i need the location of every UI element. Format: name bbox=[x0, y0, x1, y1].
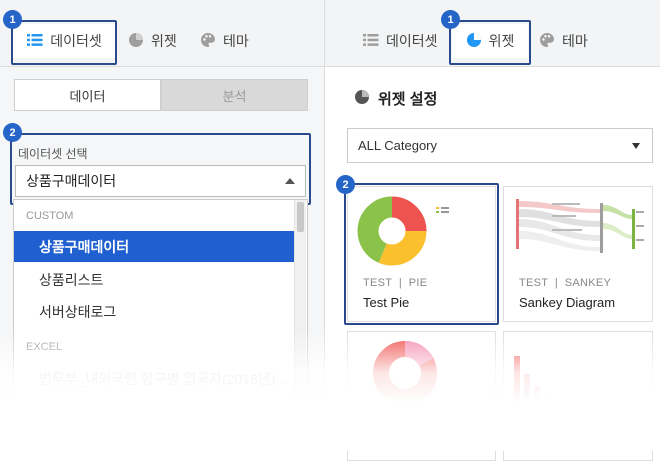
widget-card-bar[interactable] bbox=[503, 331, 653, 461]
step-badge: 1 bbox=[3, 10, 22, 29]
pie-icon bbox=[128, 32, 144, 51]
bar-chart-thumbnail bbox=[514, 354, 574, 409]
caret-up-icon bbox=[285, 178, 295, 184]
highlight-test-pie-card bbox=[344, 183, 499, 325]
section-title-text: 위젯 설정 bbox=[378, 91, 438, 108]
tab-theme[interactable]: 테마 bbox=[200, 24, 249, 58]
dataset-select[interactable]: 상품구매데이터 bbox=[15, 165, 306, 197]
list-item[interactable]: 서버상태로그 bbox=[14, 296, 296, 327]
list-icon bbox=[363, 33, 379, 50]
sankey-thumbnail bbox=[512, 195, 646, 264]
list-item[interactable]: 상품리스트 bbox=[14, 264, 296, 295]
category-select-value: ALL Category bbox=[358, 138, 438, 153]
step-badge: 2 bbox=[336, 175, 355, 194]
dataset-dropdown-list: CUSTOM 상품구매데이터 상품리스트 서버상태로그 EXCEL 법무부_내외… bbox=[13, 199, 308, 399]
group-header-excel: EXCEL bbox=[26, 341, 63, 353]
highlight-widget-tab bbox=[449, 20, 531, 65]
category-select[interactable]: ALL Category bbox=[347, 128, 653, 163]
palette-icon bbox=[539, 32, 555, 51]
tab-widget[interactable]: 위젯 bbox=[128, 24, 177, 58]
tab-theme[interactable]: 테마 bbox=[539, 24, 588, 58]
subtab-data[interactable]: 데이터 bbox=[14, 79, 161, 111]
widget-card-sankey[interactable]: TEST | SANKEY Sankey Diagram bbox=[503, 186, 653, 322]
dropdown-scrollbar[interactable] bbox=[294, 200, 306, 398]
widget-card-donut[interactable] bbox=[347, 331, 496, 461]
group-header-custom: CUSTOM bbox=[26, 210, 74, 222]
list-item[interactable]: 법무부_내외국인 항구별 입국자(2018년)... bbox=[14, 363, 296, 394]
scrollbar-thumb[interactable] bbox=[297, 202, 304, 232]
highlight-dataset-tab bbox=[11, 20, 117, 65]
card-type: SANKEY bbox=[564, 277, 612, 289]
tab-label: 테마 bbox=[223, 33, 249, 49]
tab-dataset[interactable]: 데이터셋 bbox=[363, 24, 438, 58]
widget-settings-title: 위젯 설정 bbox=[354, 88, 437, 109]
palette-icon bbox=[200, 32, 216, 51]
tab-label: 위젯 bbox=[151, 33, 177, 49]
meta-separator: | bbox=[548, 277, 565, 289]
dataset-select-value: 상품구매데이터 bbox=[26, 173, 117, 189]
card-name: Sankey Diagram bbox=[519, 295, 616, 310]
caret-down-icon bbox=[632, 143, 640, 149]
dataset-panel: 데이터셋 위젯 테마 1 데이터 분석 2 데이터셋 선택 상품구매데이터 CU… bbox=[0, 0, 325, 451]
step-badge: 2 bbox=[3, 123, 22, 142]
step-badge: 1 bbox=[441, 10, 460, 29]
tab-label: 테마 bbox=[562, 33, 588, 49]
card-tag: TEST bbox=[519, 277, 549, 289]
tab-label: 데이터셋 bbox=[386, 33, 438, 49]
list-item[interactable]: 상품구매데이터 bbox=[14, 231, 296, 262]
sub-tabs: 데이터 분석 bbox=[14, 79, 308, 111]
pie-icon bbox=[354, 89, 370, 109]
subtab-analysis[interactable]: 분석 bbox=[161, 79, 308, 111]
dataset-select-label: 데이터셋 선택 bbox=[18, 147, 88, 161]
donut-chart-thumbnail bbox=[370, 338, 440, 413]
card-meta: TEST | SANKEY bbox=[519, 277, 611, 289]
